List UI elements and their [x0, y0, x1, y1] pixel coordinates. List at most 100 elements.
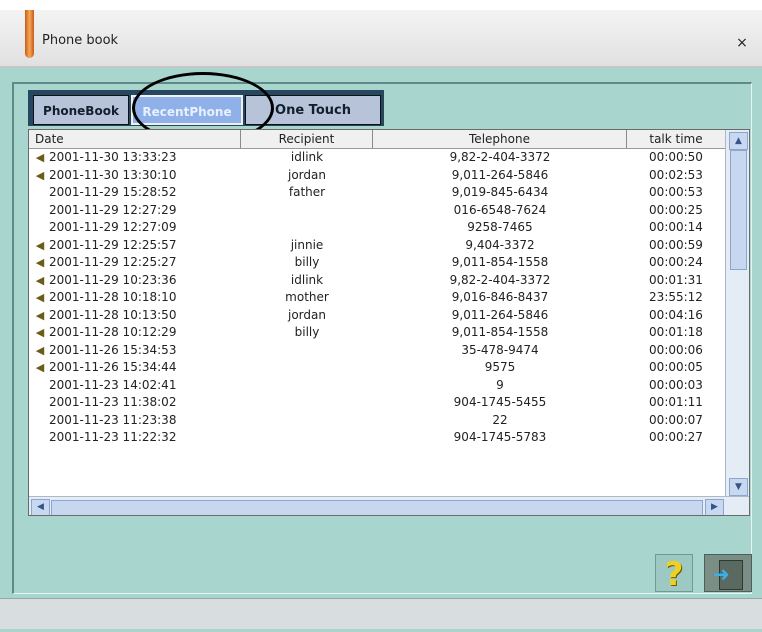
question-mark-icon: ? — [664, 555, 684, 593]
talk-time-cell: 00:00:05 — [649, 360, 703, 374]
talk-time-cell: 00:00:03 — [649, 377, 703, 392]
talk-time-cell: 00:00:27 — [649, 430, 703, 444]
date-cell: 2001-11-29 12:27:09 — [49, 220, 177, 234]
talk-time-cell: 00:01:18 — [649, 325, 703, 339]
help-button[interactable]: ? — [655, 554, 693, 593]
table-row[interactable]: 2001-11-23 11:38:02 904-1745-5455 00:01:11 — [29, 394, 725, 412]
date-cell: 2001-11-26 15:34:53 — [49, 342, 177, 357]
talk-time-cell: 00:00:24 — [649, 255, 703, 269]
date-cell: 2001-11-26 15:34:44 — [49, 360, 177, 374]
table-row[interactable]: ◀ 2001-11-28 10:13:50 jordan 9,011-264-5846… — [29, 307, 725, 325]
scroll-right-arrow-icon[interactable]: ▶ — [705, 499, 724, 515]
telephone-cell: 904-1745-5783 — [453, 430, 547, 444]
column-header-recipient[interactable]: Recipient — [241, 130, 373, 148]
recipient-cell — [241, 202, 373, 220]
close-button[interactable]: × — [733, 35, 751, 51]
recipient-cell — [241, 412, 373, 430]
table-row[interactable]: ◀ 2001-11-28 10:12:29 billy 9,011-854-1558 0… — [29, 324, 725, 342]
speaker-icon — [33, 219, 47, 237]
scroll-up-arrow-icon[interactable]: ▲ — [729, 132, 748, 150]
date-cell: 2001-11-23 11:38:02 — [49, 395, 177, 409]
talk-time-cell: 00:00:06 — [649, 342, 703, 357]
telephone-cell: 35-478-9474 — [461, 342, 539, 357]
table-row[interactable]: ◀ 2001-11-30 13:33:23 idlink 9,82-2-404-337… — [29, 149, 725, 167]
talk-time-cell: 00:01:11 — [649, 395, 703, 409]
table-row[interactable]: ◀ 2001-11-29 10:23:36 idlink 9,82-2-404-337… — [29, 272, 725, 290]
table-row[interactable]: ◀ 2001-11-26 15:34:44 9575 00:00:05 — [29, 359, 725, 377]
table-row[interactable]: 2001-11-29 12:27:29 016-6548-7624 00:00:25 — [29, 202, 725, 220]
recipient-cell: jordan — [288, 307, 326, 322]
speaker-icon — [33, 202, 47, 220]
recipient-cell — [241, 342, 373, 360]
date-cell: 2001-11-29 12:27:29 — [49, 202, 177, 217]
telephone-cell: 9,82-2-404-3372 — [449, 150, 551, 164]
telephone-cell: 9,019-845-6434 — [451, 185, 549, 199]
recipient-cell: jordan — [288, 167, 326, 182]
table-row[interactable]: ◀ 2001-11-30 13:30:10 jordan 9,011-264-5846… — [29, 167, 725, 185]
recipient-cell: idlink — [290, 150, 324, 164]
telephone-cell: 22 — [492, 412, 508, 427]
vertical-scrollbar[interactable]: ▲ ▼ — [725, 130, 749, 496]
telephone-cell: 904-1745-5455 — [453, 395, 547, 409]
table-row[interactable]: 2001-11-23 11:23:38 22 00:00:07 — [29, 412, 725, 430]
exit-arrow-icon: ➜ — [713, 562, 730, 586]
telephone-cell: 9 — [496, 377, 504, 392]
talk-time-cell: 23:55:12 — [649, 290, 703, 304]
horizontal-scroll-thumb[interactable] — [51, 500, 703, 515]
table-row[interactable]: ◀ 2001-11-29 12:25:27 billy 9,011-854-1558 0… — [29, 254, 725, 272]
talk-time-cell: 00:00:59 — [649, 237, 703, 252]
table-row[interactable]: ◀ 2001-11-29 12:25:57 jinnie 9,404-3372 00:0… — [29, 237, 725, 255]
tab-phonebook[interactable]: PhoneBook — [33, 95, 129, 125]
recipient-cell — [241, 394, 373, 412]
vertical-scroll-thumb[interactable] — [730, 150, 747, 270]
tab-one-touch[interactable]: One Touch — [245, 95, 381, 125]
speaker-icon — [33, 377, 47, 395]
top-strip — [0, 0, 762, 10]
tab-bar: PhoneBook RecentPhone One Touch — [28, 90, 384, 126]
table-row[interactable]: 2001-11-23 14:02:41 9 00:00:03 — [29, 377, 725, 395]
speaker-icon: ◀ — [35, 238, 45, 252]
recipient-cell: idlink — [290, 272, 324, 287]
talk-time-cell: 00:02:53 — [649, 167, 703, 182]
talk-time-cell: 00:00:53 — [649, 185, 703, 199]
table-row[interactable]: ◀ 2001-11-28 10:18:10 mother 9,016-846-8437… — [29, 289, 725, 307]
speaker-icon: ◀ — [35, 273, 45, 287]
recipient-cell — [241, 429, 373, 447]
speaker-icon: ◀ — [35, 168, 45, 182]
recipient-cell — [241, 219, 373, 237]
table-row[interactable]: 2001-11-29 12:27:09 9258-7465 00:00:14 — [29, 219, 725, 237]
telephone-cell: 016-6548-7624 — [453, 202, 547, 217]
column-header-telephone[interactable]: Telephone — [373, 130, 627, 148]
column-header-talk-time[interactable]: talk time — [627, 130, 725, 148]
speaker-icon: ◀ — [35, 361, 45, 374]
scroll-left-arrow-icon[interactable]: ◀ — [31, 499, 50, 515]
table-row[interactable]: 2001-11-23 11:22:32 904-1745-5783 00:00:27 — [29, 429, 725, 447]
speaker-icon — [33, 412, 47, 430]
recipient-cell — [241, 377, 373, 395]
table-row[interactable]: ◀ 2001-11-26 15:34:53 35-478-9474 00:00:06 — [29, 342, 725, 360]
telephone-cell: 9,82-2-404-3372 — [449, 272, 551, 287]
date-cell: 2001-11-29 12:25:57 — [49, 237, 177, 252]
title-bar: Phone book × — [0, 10, 762, 68]
speaker-icon: ◀ — [35, 343, 45, 357]
talk-time-cell: 00:00:25 — [649, 202, 703, 217]
speaker-icon: ◀ — [35, 291, 45, 304]
recipient-cell: father — [288, 185, 326, 199]
date-cell: 2001-11-30 13:30:10 — [49, 167, 177, 182]
telephone-cell: 9,011-854-1558 — [451, 255, 549, 269]
table-row[interactable]: 2001-11-29 15:28:52 father 9,019-845-6434 0… — [29, 184, 725, 202]
telephone-cell: 9,011-264-5846 — [451, 307, 549, 322]
call-history-list: Date Recipient Telephone talk time ◀ 2001… — [28, 129, 750, 516]
talk-time-cell: 00:00:07 — [649, 412, 703, 427]
date-cell: 2001-11-28 10:13:50 — [49, 307, 177, 322]
speaker-icon: ◀ — [35, 151, 45, 164]
list-header: Date Recipient Telephone talk time — [29, 130, 725, 149]
horizontal-scrollbar[interactable]: ◀ ▶ — [29, 496, 749, 515]
scroll-down-arrow-icon[interactable]: ▼ — [729, 478, 748, 496]
date-cell: 2001-11-23 11:23:38 — [49, 412, 177, 427]
exit-button[interactable]: ➜ — [704, 554, 752, 592]
tab-recentphone[interactable]: RecentPhone — [131, 95, 243, 125]
column-header-date[interactable]: Date — [29, 130, 241, 148]
date-cell: 2001-11-29 10:23:36 — [49, 272, 177, 287]
recipient-cell — [241, 359, 373, 377]
